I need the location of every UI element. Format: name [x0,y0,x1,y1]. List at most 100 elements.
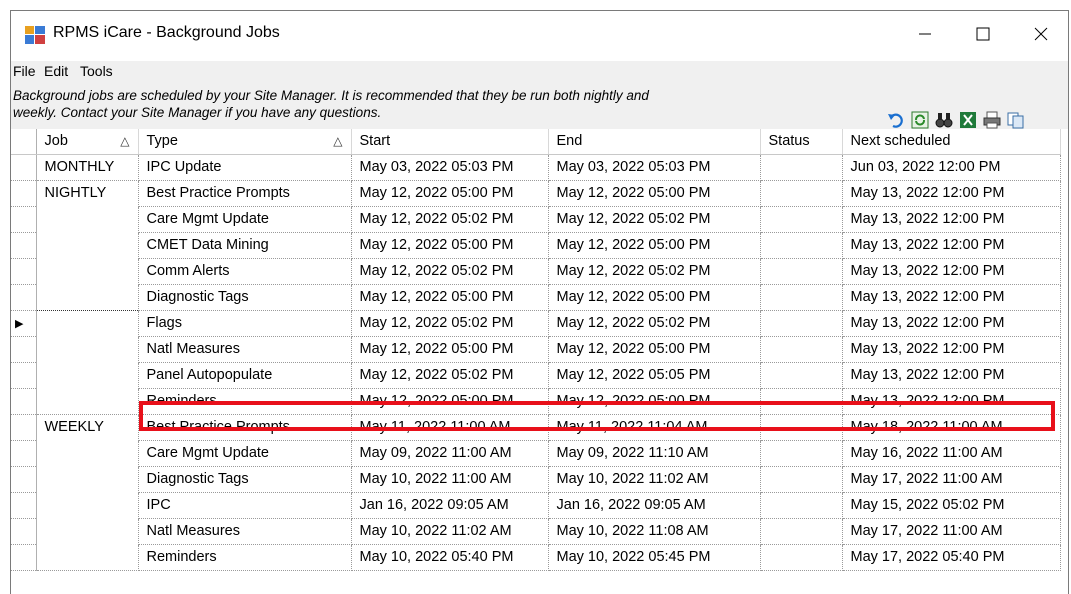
cell-end[interactable]: May 10, 2022 05:45 PM [548,544,761,571]
table-row[interactable]: Reminders May 10, 2022 05:40 PM May 10, 20… [11,544,1061,571]
cell-type[interactable]: Natl Measures [138,518,352,545]
row-header[interactable] [11,544,37,571]
menu-tools[interactable]: Tools [80,63,113,79]
cell-job[interactable] [36,284,139,310]
cell-status[interactable] [760,466,843,493]
cell-start[interactable]: May 12, 2022 05:02 PM [351,309,549,337]
cell-job[interactable] [36,492,139,518]
cell-start[interactable]: May 10, 2022 11:02 AM [351,518,549,545]
column-header-job[interactable]: Job △ [36,129,139,155]
cell-next-scheduled[interactable]: May 17, 2022 05:40 PM [842,544,1061,571]
cell-type[interactable]: Natl Measures [138,336,352,363]
cell-status[interactable] [760,154,843,181]
table-row[interactable]: ▶ Flags May 12, 2022 05:02 PM May 12, 2022 … [11,309,1061,337]
table-row[interactable]: Natl Measures May 10, 2022 11:02 AM May 10… [11,518,1061,545]
cell-type[interactable]: CMET Data Mining [138,232,352,259]
cell-start[interactable]: May 09, 2022 11:00 AM [351,440,549,467]
row-header[interactable] [11,518,37,545]
row-header[interactable] [11,258,37,285]
cell-job[interactable] [36,544,139,571]
cell-type[interactable]: Care Mgmt Update [138,440,352,467]
cell-job[interactable] [36,362,139,388]
row-header[interactable] [11,362,37,389]
cell-end[interactable]: May 12, 2022 05:00 PM [548,284,761,311]
row-header[interactable] [11,440,37,467]
row-header[interactable] [11,232,37,259]
table-row[interactable]: Comm Alerts May 12, 2022 05:02 PM May 12, … [11,258,1061,285]
cell-end[interactable]: May 12, 2022 05:02 PM [548,309,761,337]
cell-type[interactable]: Care Mgmt Update [138,206,352,233]
print-icon[interactable] [983,111,1001,129]
table-row[interactable]: IPC Jan 16, 2022 09:05 AM Jan 16, 2022 09:… [11,492,1061,519]
row-header[interactable] [11,180,37,207]
cell-status[interactable] [760,232,843,259]
cell-end[interactable]: May 12, 2022 05:00 PM [548,388,761,415]
cell-start[interactable]: May 10, 2022 05:40 PM [351,544,549,571]
row-header[interactable] [11,154,37,181]
cell-next-scheduled[interactable]: May 13, 2022 12:00 PM [842,232,1061,259]
row-header[interactable] [11,388,37,415]
menu-file[interactable]: File [13,63,36,79]
cell-type[interactable]: IPC [138,492,352,519]
cell-job[interactable] [36,309,139,336]
cell-start[interactable]: May 12, 2022 05:02 PM [351,362,549,389]
cell-status[interactable] [760,492,843,519]
cell-status[interactable] [760,206,843,233]
cell-status[interactable] [760,440,843,467]
cell-type[interactable]: Reminders [138,544,352,571]
row-header[interactable] [11,414,37,441]
row-header[interactable]: ▶ [11,309,37,337]
cell-start[interactable]: May 12, 2022 05:00 PM [351,388,549,415]
cell-start[interactable]: May 10, 2022 11:00 AM [351,466,549,493]
table-row[interactable]: WEEKLY Best Practice Prompts May 11, 2022 … [11,414,1061,441]
cell-type[interactable]: Comm Alerts [138,258,352,285]
cell-end[interactable]: May 12, 2022 05:05 PM [548,362,761,389]
cell-end[interactable]: May 03, 2022 05:03 PM [548,154,761,181]
cell-next-scheduled[interactable]: May 13, 2022 12:00 PM [842,309,1061,337]
row-header[interactable] [11,336,37,363]
cell-job[interactable] [36,440,139,466]
cell-status[interactable] [760,180,843,207]
cell-job[interactable] [36,336,139,362]
cell-job[interactable]: MONTHLY [36,154,139,181]
cell-next-scheduled[interactable]: May 13, 2022 12:00 PM [842,336,1061,363]
cell-end[interactable]: May 12, 2022 05:00 PM [548,336,761,363]
table-row[interactable]: MONTHLY IPC Update May 03, 2022 05:03 PM Ma… [11,154,1061,181]
row-header[interactable] [11,284,37,311]
cell-end[interactable]: May 12, 2022 05:00 PM [548,232,761,259]
table-row[interactable]: Reminders May 12, 2022 05:00 PM May 12, 20… [11,388,1061,415]
cell-status[interactable] [760,544,843,571]
cell-status[interactable] [760,388,843,415]
minimize-button[interactable] [896,11,954,57]
table-row[interactable]: Diagnostic Tags May 12, 2022 05:00 PM May … [11,284,1061,311]
cell-type[interactable]: IPC Update [138,154,352,181]
column-header-type[interactable]: Type △ [138,129,352,155]
table-row[interactable]: Panel Autopopulate May 12, 2022 05:02 PM M… [11,362,1061,389]
cell-next-scheduled[interactable]: May 13, 2022 12:00 PM [842,362,1061,389]
cell-next-scheduled[interactable]: May 18, 2022 11:00 AM [842,414,1061,441]
cell-status[interactable] [760,414,843,441]
column-header-end[interactable]: End [548,129,761,155]
cell-status[interactable] [760,284,843,311]
table-row[interactable]: Natl Measures May 12, 2022 05:00 PM May 12… [11,336,1061,363]
cell-next-scheduled[interactable]: May 13, 2022 12:00 PM [842,388,1061,415]
cell-start[interactable]: May 12, 2022 05:00 PM [351,180,549,207]
excel-icon[interactable] [959,111,977,129]
row-header[interactable] [11,492,37,519]
cell-status[interactable] [760,258,843,285]
cell-end[interactable]: May 12, 2022 05:02 PM [548,258,761,285]
cell-start[interactable]: Jan 16, 2022 09:05 AM [351,492,549,519]
cell-job[interactable]: NIGHTLY [36,180,139,206]
cell-status[interactable] [760,336,843,363]
cell-type[interactable]: Best Practice Prompts [138,180,352,207]
table-row[interactable]: CMET Data Mining May 12, 2022 05:00 PM May… [11,232,1061,259]
cell-next-scheduled[interactable]: Jun 03, 2022 12:00 PM [842,154,1061,181]
table-row[interactable]: Care Mgmt Update May 09, 2022 11:00 AM May… [11,440,1061,467]
cell-end[interactable]: May 09, 2022 11:10 AM [548,440,761,467]
copy-icon[interactable] [1007,111,1025,129]
table-row[interactable]: Care Mgmt Update May 12, 2022 05:02 PM May… [11,206,1061,233]
cell-job[interactable]: WEEKLY [36,414,139,440]
cell-status[interactable] [760,518,843,545]
cell-start[interactable]: May 12, 2022 05:00 PM [351,284,549,311]
cell-start[interactable]: May 12, 2022 05:02 PM [351,258,549,285]
